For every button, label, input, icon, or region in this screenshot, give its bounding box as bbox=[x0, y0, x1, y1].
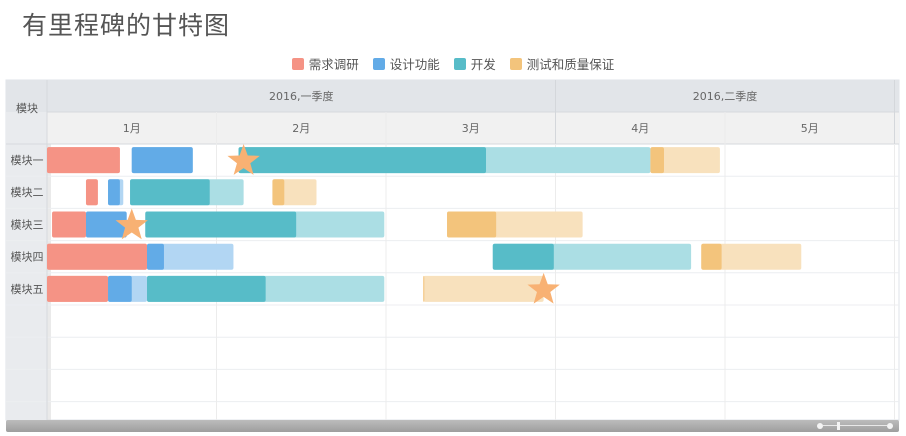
task-bar-progress bbox=[447, 211, 497, 238]
month-label: 2月 bbox=[292, 122, 310, 135]
task-bar-progress bbox=[108, 179, 120, 206]
task-bar-progress bbox=[701, 243, 722, 270]
month-label: 1月 bbox=[123, 122, 141, 135]
row-label: 模块二 bbox=[11, 186, 44, 199]
row-label: 模块三 bbox=[11, 218, 44, 231]
month-label: 3月 bbox=[462, 122, 480, 135]
month-label: 5月 bbox=[801, 122, 819, 135]
task-bar-progress bbox=[108, 275, 132, 302]
zoom-slider-thumb[interactable] bbox=[837, 422, 840, 430]
task-bar-progress bbox=[238, 147, 487, 174]
task-bar-progress bbox=[47, 147, 120, 174]
task-bar-progress bbox=[145, 211, 297, 238]
task-bar-progress bbox=[492, 243, 554, 270]
task-bar-progress bbox=[272, 179, 285, 206]
task-bar-progress bbox=[147, 243, 164, 270]
quarter-label: 2016,二季度 bbox=[693, 89, 758, 103]
task-bar-progress bbox=[47, 243, 148, 270]
task-bar-remaining bbox=[423, 275, 544, 302]
zoom-slider[interactable] bbox=[817, 422, 893, 430]
zoom-slider-handle-right[interactable] bbox=[887, 423, 893, 429]
zoom-slider-handle-left[interactable] bbox=[817, 423, 823, 429]
task-bar-progress bbox=[85, 211, 127, 238]
zoom-slider-track bbox=[823, 425, 887, 426]
month-label: 4月 bbox=[631, 122, 649, 135]
task-bar-progress bbox=[650, 147, 664, 174]
row-label: 模块一 bbox=[11, 154, 44, 167]
task-bar-progress bbox=[130, 179, 210, 206]
gantt-chart: 模块 2016,一季度 2016,二季度 1月 2月 3月 4月 5月模块一模块二模块三模块四… bbox=[5, 79, 900, 421]
task-bar-progress bbox=[147, 275, 266, 302]
task-bar-progress bbox=[131, 147, 193, 174]
task-bar-progress bbox=[52, 211, 86, 238]
quarter-label: 2016,一季度 bbox=[269, 89, 334, 103]
row-label: 模块四 bbox=[11, 251, 44, 264]
horizontal-scrollbar[interactable] bbox=[6, 420, 899, 432]
row-header-label: 模块 bbox=[16, 102, 38, 115]
row-label: 模块五 bbox=[11, 283, 44, 296]
quarter-header-bg bbox=[6, 80, 899, 112]
task-bar-progress bbox=[85, 179, 98, 206]
task-bar-progress bbox=[423, 275, 425, 302]
task-bar-progress bbox=[47, 275, 109, 302]
